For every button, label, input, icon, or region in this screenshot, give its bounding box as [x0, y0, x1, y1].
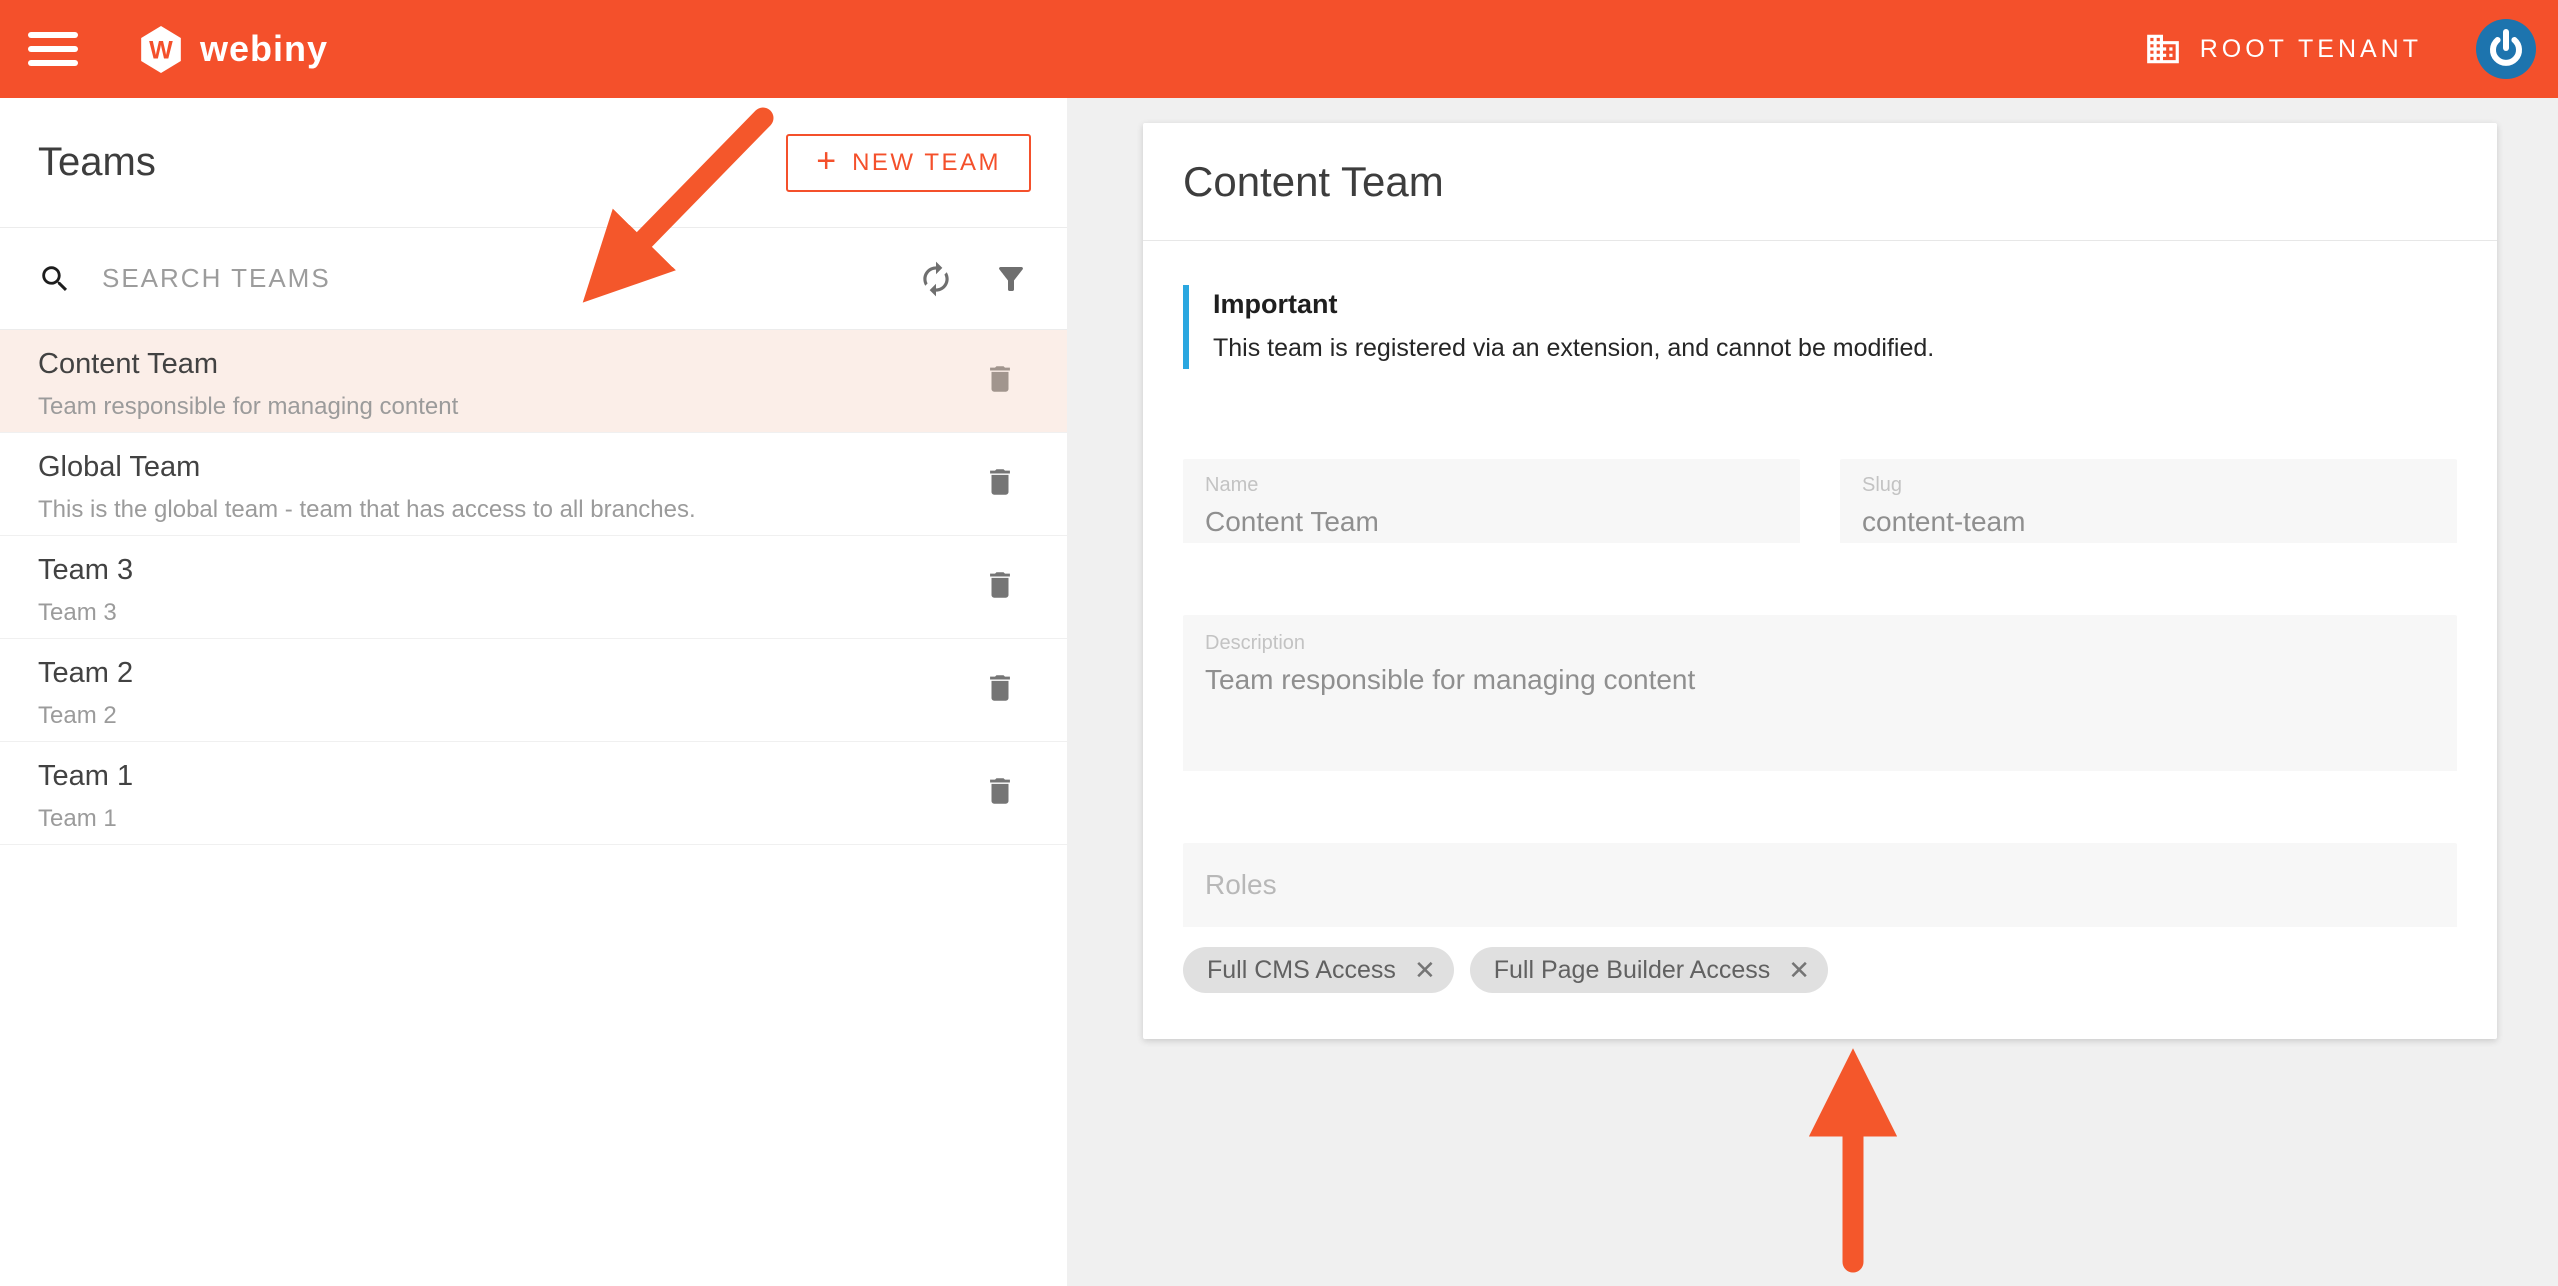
- refresh-icon[interactable]: [917, 260, 955, 298]
- close-icon[interactable]: ✕: [1782, 955, 1816, 985]
- webiny-logo: W webiny: [140, 25, 328, 73]
- team-name: Global Team: [38, 451, 201, 483]
- search-bar: [0, 228, 1067, 330]
- team-row-team-2[interactable]: Team 2 Team 2: [0, 639, 1067, 742]
- team-description: Team 2: [38, 702, 117, 729]
- team-description: This is the global team - team that has …: [38, 496, 696, 523]
- roles-field-label: Roles: [1205, 869, 1277, 900]
- team-description: Team 1: [38, 805, 117, 832]
- alert-message: This team is registered via an extension…: [1213, 334, 1935, 362]
- team-row-content-team[interactable]: Content Team Team responsible for managi…: [0, 330, 1067, 433]
- name-field-label: Name: [1205, 474, 1259, 496]
- team-details-area: Content Team Important This team is regi…: [1067, 98, 2558, 1286]
- delete-icon[interactable]: [979, 461, 1021, 506]
- plus-icon: +: [816, 142, 837, 180]
- team-details-card: Content Team Important This team is regi…: [1143, 123, 2497, 1039]
- tenant-label: ROOT TENANT: [2199, 34, 2422, 63]
- team-row-team-3[interactable]: Team 3 Team 3: [0, 536, 1067, 639]
- new-team-button[interactable]: + NEW TEAM: [786, 133, 1031, 192]
- chip-full-cms-access: Full CMS Access ✕: [1183, 947, 1454, 993]
- brand-wordmark: webiny: [200, 28, 329, 69]
- delete-icon[interactable]: [979, 770, 1021, 815]
- team-description: Team 3: [38, 599, 117, 626]
- team-name: Content Team: [38, 348, 219, 380]
- name-field: Name Content Team: [1183, 459, 1800, 543]
- chip-label: Full CMS Access: [1207, 955, 1396, 984]
- search-icon: [38, 262, 72, 296]
- chip-label: Full Page Builder Access: [1493, 955, 1771, 984]
- delete-icon[interactable]: [979, 667, 1021, 712]
- delete-icon[interactable]: [979, 564, 1021, 609]
- alert-title: Important: [1213, 289, 1338, 319]
- chip-full-page-builder-access: Full Page Builder Access ✕: [1469, 947, 1829, 993]
- team-row-global-team[interactable]: Global Team This is the global team - te…: [0, 433, 1067, 536]
- slug-field-label: Slug: [1862, 474, 1903, 496]
- name-field-value: Content Team: [1205, 506, 1379, 537]
- team-details-title: Content Team: [1183, 157, 1444, 205]
- team-name: Team 3: [38, 554, 134, 586]
- team-name: Team 2: [38, 657, 134, 689]
- description-field-value: Team responsible for managing content: [1205, 664, 1696, 695]
- role-chips: Full CMS Access ✕ Full Page Builder Acce…: [1183, 947, 2457, 993]
- team-list: Content Team Team responsible for managi…: [0, 330, 1067, 1286]
- description-field-label: Description: [1205, 632, 1306, 654]
- team-name: Team 1: [38, 760, 134, 792]
- search-input[interactable]: [102, 263, 917, 294]
- important-alert: Important This team is registered via an…: [1183, 285, 2457, 369]
- teams-list-panel: Teams + NEW TEAM SEARCH TEAMS Content Te…: [0, 98, 1067, 1286]
- slug-field-value: content-team: [1862, 506, 2026, 537]
- filter-icon[interactable]: [993, 261, 1029, 297]
- new-team-button-label: NEW TEAM: [852, 148, 1001, 176]
- team-description: Team responsible for managing content: [38, 393, 459, 420]
- roles-field: Roles: [1183, 843, 2457, 927]
- building-icon: [2144, 30, 2182, 68]
- menu-icon[interactable]: [28, 29, 78, 69]
- team-row-team-1[interactable]: Team 1 Team 1: [0, 742, 1067, 845]
- tenant-selector[interactable]: ROOT TENANT: [2144, 30, 2422, 68]
- delete-icon[interactable]: [979, 358, 1021, 403]
- user-avatar[interactable]: [2476, 19, 2536, 79]
- close-icon[interactable]: ✕: [1408, 955, 1442, 985]
- page-title: Teams: [38, 140, 156, 184]
- app-bar: W webiny ROOT TENANT: [0, 0, 2558, 98]
- webiny-hexagon-icon: W: [140, 25, 182, 73]
- description-field: Description Team responsible for managin…: [1183, 615, 2457, 771]
- slug-field: Slug content-team: [1840, 459, 2457, 543]
- svg-text:W: W: [149, 36, 173, 64]
